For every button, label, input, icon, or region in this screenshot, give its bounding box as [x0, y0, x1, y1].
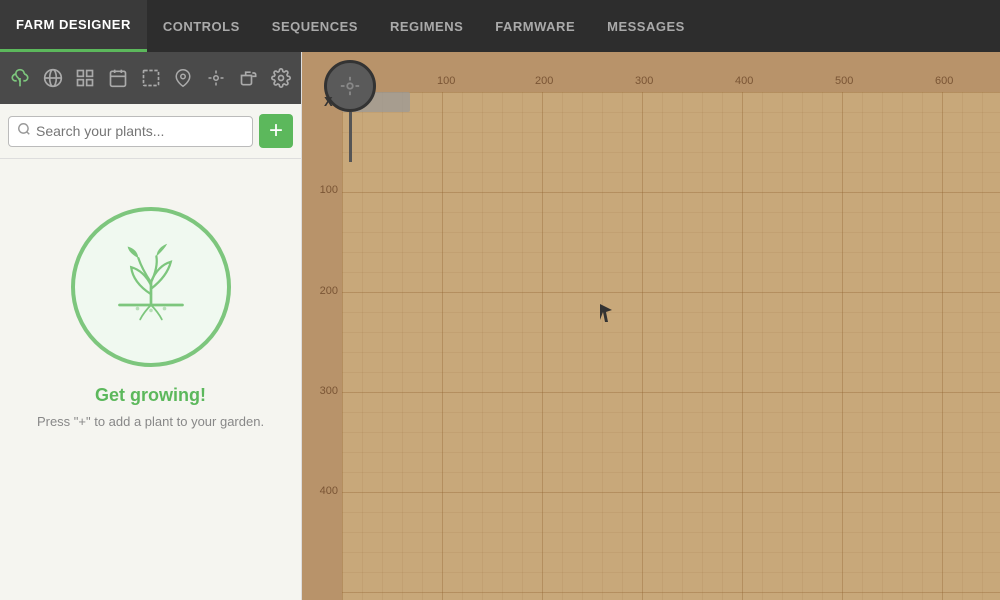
plant-circle: [71, 207, 231, 367]
spray-toolbar-icon[interactable]: [233, 59, 265, 97]
cursor-indicator: [600, 304, 612, 322]
grid-toolbar-icon[interactable]: [69, 59, 101, 97]
plants-toolbar-icon[interactable]: [4, 59, 36, 97]
pin-toolbar-icon[interactable]: [167, 59, 199, 97]
search-bar: +: [0, 104, 301, 159]
ruler-top-400: 400: [735, 75, 753, 87]
ruler-left-labels: 100 200 300 400: [302, 92, 342, 600]
icon-toolbar: [0, 52, 301, 104]
search-input[interactable]: [36, 123, 244, 139]
map-toolbar-icon[interactable]: [37, 59, 69, 97]
ruler-top-500: 500: [835, 75, 853, 87]
search-input-wrap: [8, 116, 253, 147]
grid-area[interactable]: [342, 92, 1000, 600]
get-growing-subtext: Press "+" to add a plant to your garden.: [17, 414, 284, 429]
ruler-left-200: 200: [320, 285, 338, 297]
pointer-toolbar-icon[interactable]: [200, 59, 232, 97]
nav-regimens[interactable]: REGIMENS: [374, 0, 479, 52]
search-icon: [17, 122, 31, 141]
x-axis-label: X: [324, 94, 333, 109]
settings-toolbar-icon[interactable]: [265, 59, 297, 97]
farm-grid-panel: 100 200 300 400 500 600 100 200 300 400: [302, 52, 1000, 600]
nav-controls[interactable]: CONTROLS: [147, 0, 256, 52]
top-nav: FARM DESIGNER CONTROLS SEQUENCES REGIMEN…: [0, 0, 1000, 52]
ruler-top-100: 100: [437, 75, 455, 87]
ruler-top-labels: 100 200 300 400 500 600: [342, 52, 1000, 92]
left-panel: +: [0, 52, 302, 600]
ruler-top-200: 200: [535, 75, 553, 87]
ruler-top-300: 300: [635, 75, 653, 87]
plant-illustration: [106, 242, 196, 332]
nav-farmware[interactable]: FARMWARE: [479, 0, 591, 52]
get-growing-heading: Get growing!: [95, 385, 206, 406]
nav-messages[interactable]: MESSAGES: [591, 0, 701, 52]
robot-stem: [349, 112, 352, 162]
nav-farm-designer[interactable]: FARM DESIGNER: [0, 0, 147, 52]
select-toolbar-icon[interactable]: [135, 59, 167, 97]
ruler-left-400: 400: [320, 485, 338, 497]
ruler-top-600: 600: [935, 75, 953, 87]
ruler-left-100: 100: [320, 184, 338, 196]
empty-state: Get growing! Press "+" to add a plant to…: [0, 159, 301, 429]
ruler-left-300: 300: [320, 385, 338, 397]
calendar-toolbar-icon[interactable]: [102, 59, 134, 97]
nav-sequences[interactable]: SEQUENCES: [256, 0, 374, 52]
add-plant-button[interactable]: +: [259, 114, 293, 148]
